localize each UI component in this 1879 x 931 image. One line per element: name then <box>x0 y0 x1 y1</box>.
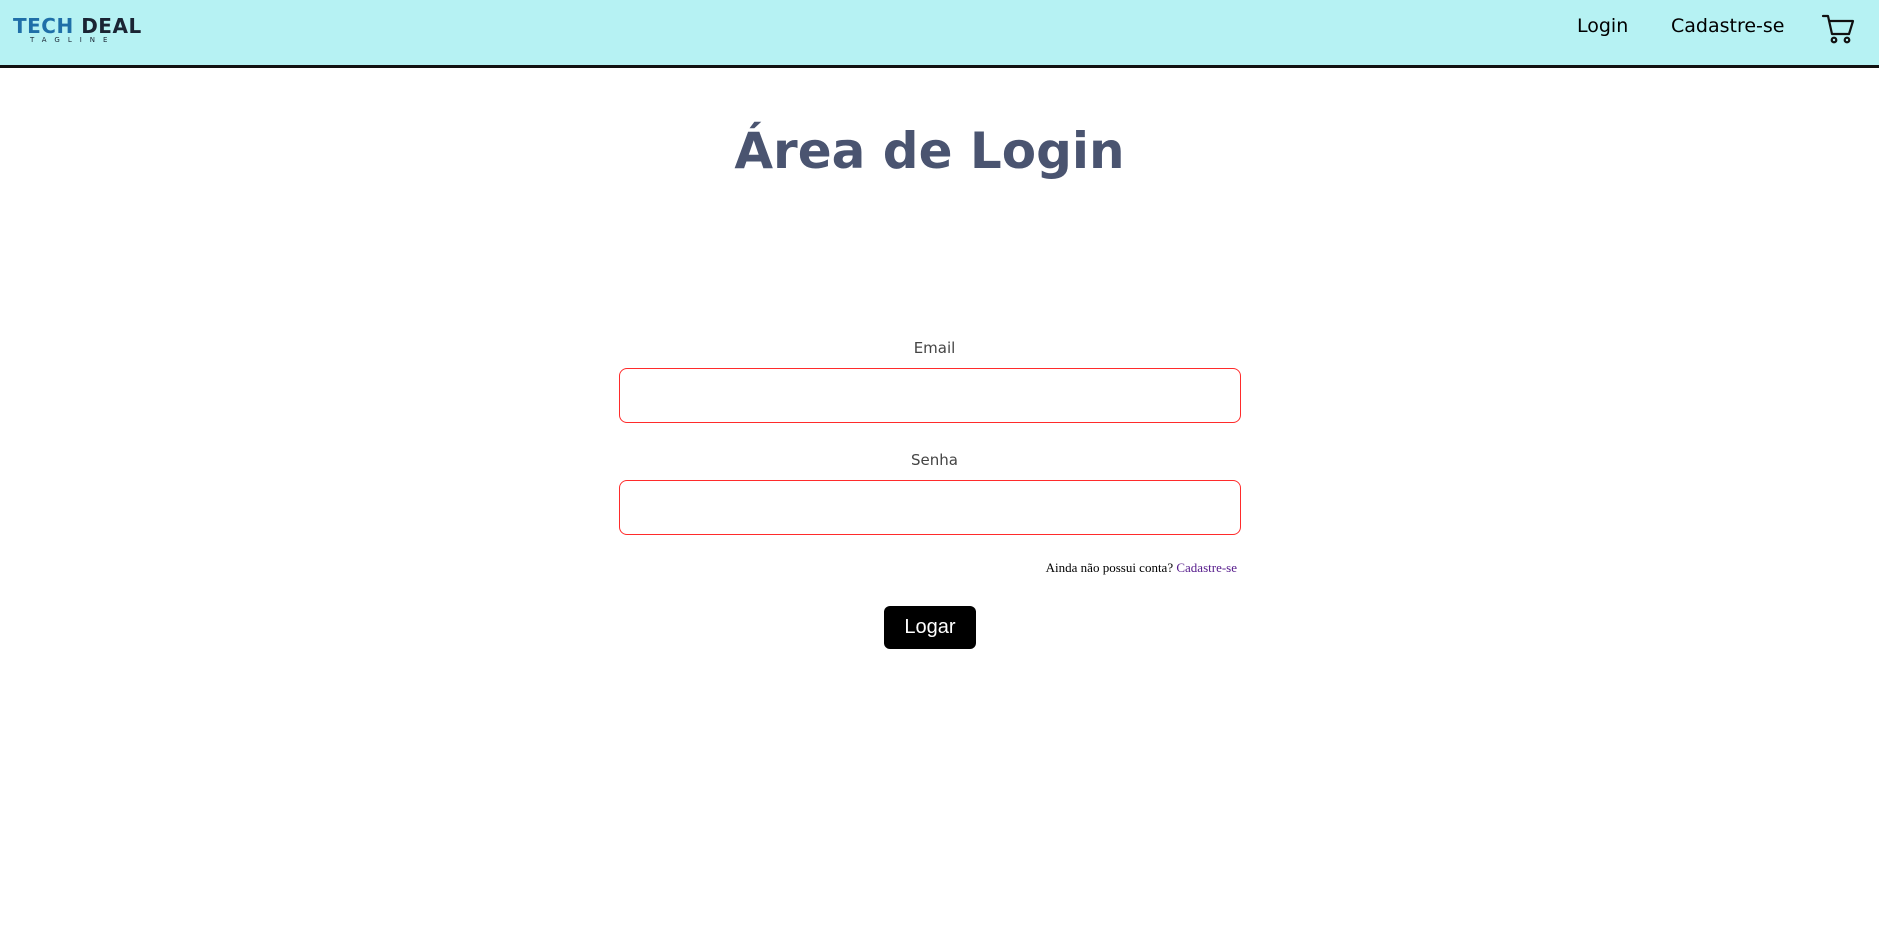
password-input[interactable] <box>619 480 1241 535</box>
signup-hint: Ainda não possui conta? Cadastre-se <box>619 560 1237 576</box>
nav-login-link[interactable]: Login <box>1577 15 1628 37</box>
email-input[interactable] <box>619 368 1241 423</box>
tech-deal-logo[interactable]: TECH DEAL TAGLINE <box>13 14 143 48</box>
signup-prompt-text: Ainda não possui conta? <box>1045 560 1174 575</box>
signup-link[interactable]: Cadastre-se <box>1176 560 1237 575</box>
logo-word-tech: TECH <box>13 14 74 38</box>
shopping-cart-icon[interactable] <box>1821 13 1855 45</box>
nav-signup-link[interactable]: Cadastre-se <box>1671 15 1785 37</box>
page-title: Área de Login <box>734 122 1125 180</box>
logo-tagline: TAGLINE <box>30 36 116 44</box>
email-label: Email <box>913 339 956 357</box>
password-label: Senha <box>911 451 958 469</box>
top-navbar: TECH DEAL TAGLINE Login Cadastre-se <box>0 0 1879 68</box>
login-submit-button[interactable]: Logar <box>884 606 976 649</box>
logo-wordmark: TECH DEAL <box>13 14 142 38</box>
logo-word-deal: DEAL <box>81 14 142 38</box>
